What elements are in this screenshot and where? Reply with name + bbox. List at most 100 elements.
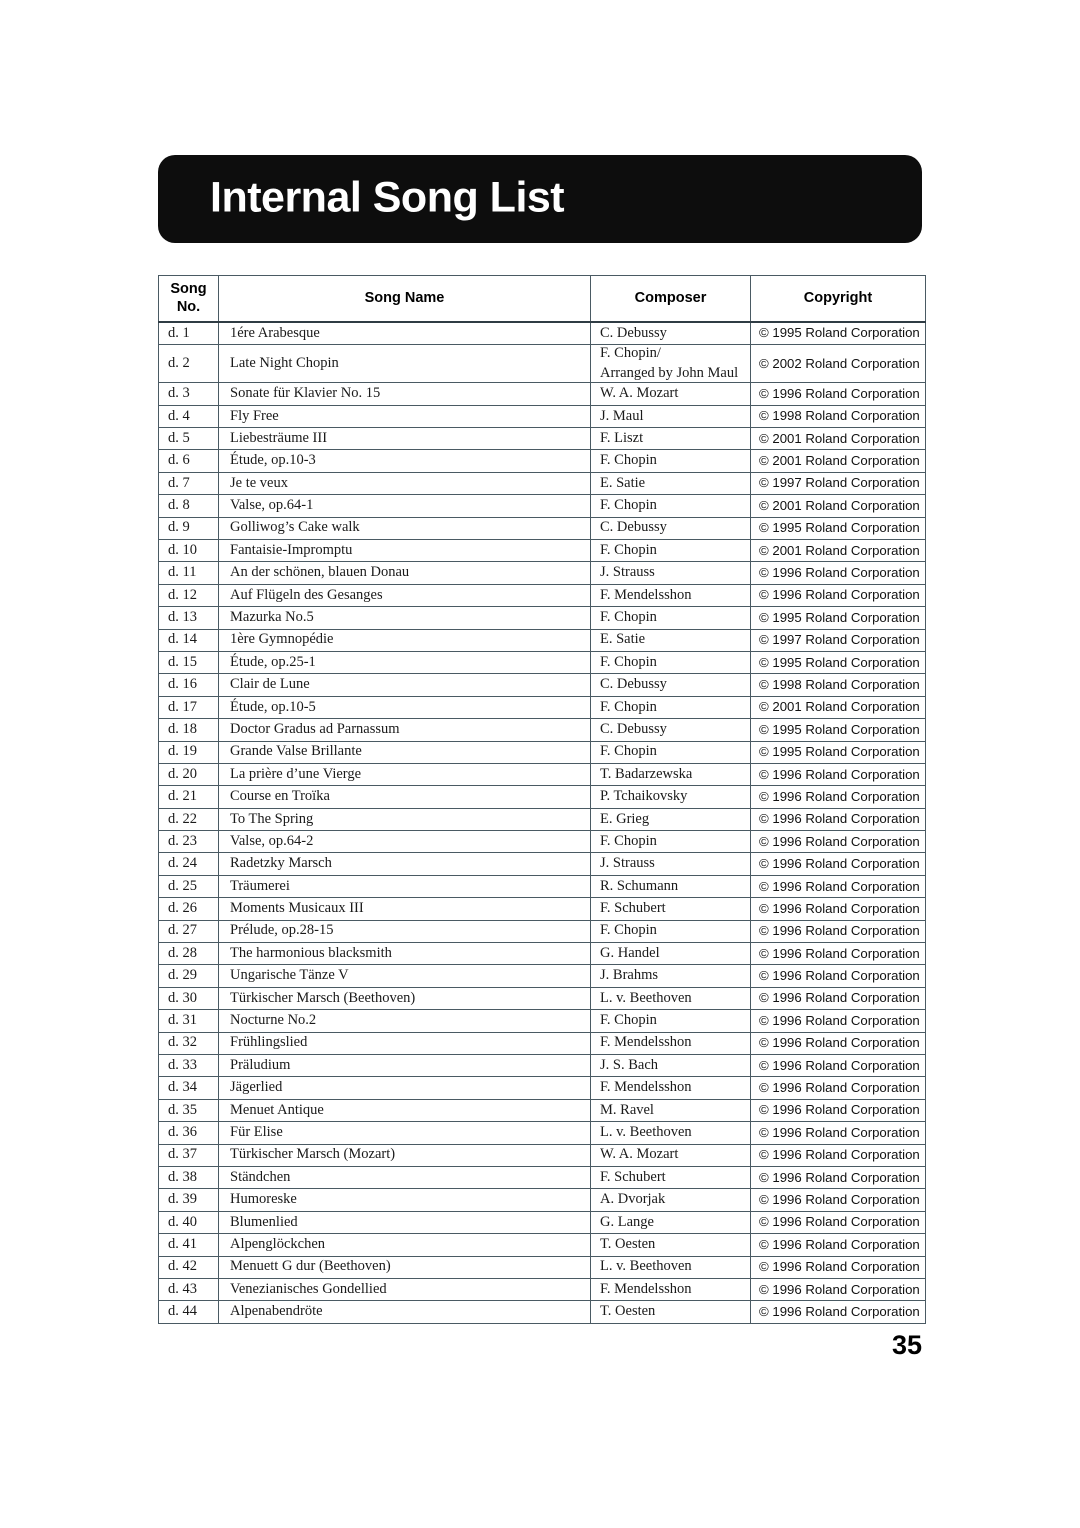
composer-line: G. Lange <box>600 1213 654 1230</box>
cell-song-name: Moments Musicaux III <box>218 897 591 921</box>
table-row: d. 35 Menuet Antique M. Ravel © 1996 Roland… <box>158 1098 926 1123</box>
cell-composer: E. Satie <box>590 628 751 652</box>
cell-copyright: © 1996 Roland Corporation <box>750 1300 926 1324</box>
cell-song-no: d. 42 <box>158 1255 219 1279</box>
table-row: d. 32 Frühlingslied F. Mendelsshon © 1996 R… <box>158 1031 926 1055</box>
cell-copyright: © 1996 Roland Corporation <box>750 583 926 608</box>
cell-composer: F. Chopin <box>590 830 751 854</box>
cell-song-no: d. 15 <box>158 650 219 675</box>
cell-song-no: d. 10 <box>158 538 219 563</box>
cell-song-name: To The Spring <box>218 807 591 832</box>
cell-copyright: © 2001 Roland Corporation <box>750 494 926 518</box>
table-row: d. 8 Valse, op.64-1 F. Chopin © 2001 Roland… <box>158 494 926 518</box>
cell-composer: C. Debussy <box>590 321 751 345</box>
table-row: d. 30 Türkischer Marsch (Beethoven) L. v. … <box>158 986 926 1011</box>
cell-song-no: d. 16 <box>158 673 219 697</box>
table-row: d. 26 Moments Musicaux III F. Schubert © 19… <box>158 897 926 921</box>
cell-copyright: © 1996 Roland Corporation <box>750 1009 926 1033</box>
cell-song-no: d. 21 <box>158 785 219 809</box>
cell-song-no: d. 8 <box>158 494 219 518</box>
cell-composer: F. Schubert <box>590 1165 751 1190</box>
table-row: d. 31 Nocturne No.2 F. Chopin © 1996 Roland… <box>158 1009 926 1033</box>
cell-song-name: Mazurka No.5 <box>218 606 591 630</box>
column-header-song-no-line1: Song <box>170 281 207 298</box>
composer-line: F. Mendelsshon <box>600 1280 692 1297</box>
table-row: d. 34 Jägerlied F. Mendelsshon © 1996 Rolan… <box>158 1076 926 1100</box>
table-row: d. 15 Étude, op.25-1 F. Chopin © 1995 Rolan… <box>158 650 926 675</box>
column-header-song-no-line2: No. <box>176 298 201 315</box>
cell-copyright: © 1996 Roland Corporation <box>750 1143 926 1167</box>
composer-line: P. Tchaikovsky <box>600 788 688 805</box>
table-row: d. 10 Fantaisie-Impromptu F. Chopin © 2001 … <box>158 538 926 563</box>
cell-composer: W. A. Mozart <box>590 382 751 406</box>
cell-composer: J. Brahms <box>590 964 751 988</box>
cell-copyright: © 1998 Roland Corporation <box>750 673 926 697</box>
cell-composer: L. v. Beethoven <box>590 986 751 1011</box>
table-row: d. 4 Fly Free J. Maul © 1998 Roland Corpora… <box>158 404 926 429</box>
cell-copyright: © 1997 Roland Corporation <box>750 628 926 652</box>
cell-song-name: Träumerei <box>218 874 591 899</box>
cell-song-name: Für Elise <box>218 1121 591 1145</box>
table-row: d. 38 Ständchen F. Schubert © 1996 Roland C… <box>158 1165 926 1190</box>
cell-copyright: © 1996 Roland Corporation <box>750 1053 926 1078</box>
composer-line: M. Ravel <box>600 1101 654 1118</box>
cell-song-no: d. 35 <box>158 1098 219 1123</box>
cell-composer: T. Oesten <box>590 1300 751 1324</box>
cell-song-no: d. 36 <box>158 1121 219 1145</box>
composer-line: F. Chopin <box>600 541 657 558</box>
table-row: d. 11 An der schönen, blauen Donau J. Stra… <box>158 561 926 585</box>
cell-copyright: © 1996 Roland Corporation <box>750 986 926 1011</box>
cell-copyright: © 1995 Roland Corporation <box>750 516 926 541</box>
table-row: d. 7 Je te veux E. Satie © 1997 Roland Corp… <box>158 471 926 496</box>
cell-copyright: © 1996 Roland Corporation <box>750 897 926 921</box>
cell-song-name: Alpenglöckchen <box>218 1233 591 1257</box>
cell-copyright: © 1996 Roland Corporation <box>750 807 926 832</box>
table-row: d. 41 Alpenglöckchen T. Oesten © 1996 Rolan… <box>158 1233 926 1257</box>
cell-song-no: d. 41 <box>158 1233 219 1257</box>
cell-composer: F. Chopin <box>590 538 751 563</box>
composer-line: W. A. Mozart <box>600 385 679 402</box>
cell-composer: F. Mendelsshon <box>590 1076 751 1100</box>
cell-copyright: © 1995 Roland Corporation <box>750 321 926 345</box>
cell-composer: F. Chopin <box>590 740 751 764</box>
composer-line: J. Maul <box>600 407 644 424</box>
cell-copyright: © 1996 Roland Corporation <box>750 1165 926 1190</box>
cell-song-name: Auf Flügeln des Gesanges <box>218 583 591 608</box>
composer-line: C. Debussy <box>600 720 667 737</box>
cell-song-no: d. 27 <box>158 919 219 944</box>
cell-copyright: © 1996 Roland Corporation <box>750 1233 926 1257</box>
cell-song-name: Fly Free <box>218 404 591 429</box>
composer-line: F. Chopin <box>600 698 657 715</box>
cell-copyright: © 2002 Roland Corporation <box>750 343 926 384</box>
cell-song-name: Je te veux <box>218 471 591 496</box>
cell-song-name: Étude, op.10-3 <box>218 449 591 473</box>
cell-composer: W. A. Mozart <box>590 1143 751 1167</box>
composer-line: F. Chopin <box>600 922 657 939</box>
cell-copyright: © 1996 Roland Corporation <box>750 830 926 854</box>
cell-copyright: © 1996 Roland Corporation <box>750 561 926 585</box>
cell-song-no: d. 33 <box>158 1053 219 1078</box>
composer-line: W. A. Mozart <box>600 1146 679 1163</box>
table-row: d. 19 Grande Valse Brillante F. Chopin © 19… <box>158 740 926 764</box>
cell-composer: F. Mendelsshon <box>590 583 751 608</box>
cell-song-no: d. 29 <box>158 964 219 988</box>
cell-composer: F. Chopin <box>590 606 751 630</box>
cell-song-no: d. 28 <box>158 942 219 966</box>
table-row: d. 20 La prière d’une Vierge T. Badarzewsk… <box>158 762 926 787</box>
cell-song-no: d. 18 <box>158 718 219 742</box>
table-row: d. 25 Träumerei R. Schumann © 1996 Roland C… <box>158 874 926 899</box>
cell-composer: F. Mendelsshon <box>590 1031 751 1055</box>
cell-copyright: © 1996 Roland Corporation <box>750 1210 926 1235</box>
cell-copyright: © 1996 Roland Corporation <box>750 919 926 944</box>
cell-song-name: Ungarische Tänze V <box>218 964 591 988</box>
composer-line: F. Chopin <box>600 1012 657 1029</box>
table-row: d. 44 Alpenabendröte T. Oesten © 1996 Rolan… <box>158 1300 926 1324</box>
cell-copyright: © 1995 Roland Corporation <box>750 718 926 742</box>
table-row: d. 22 To The Spring E. Grieg © 1996 Roland … <box>158 807 926 832</box>
composer-line: F. Schubert <box>600 1168 666 1185</box>
cell-copyright: © 1996 Roland Corporation <box>750 852 926 876</box>
table-row: d. 1 1ére Arabesque C. Debussy © 1995 Rolan… <box>158 321 926 345</box>
cell-copyright: © 1996 Roland Corporation <box>750 1121 926 1145</box>
cell-copyright: © 1997 Roland Corporation <box>750 471 926 496</box>
cell-song-no: d. 20 <box>158 762 219 787</box>
